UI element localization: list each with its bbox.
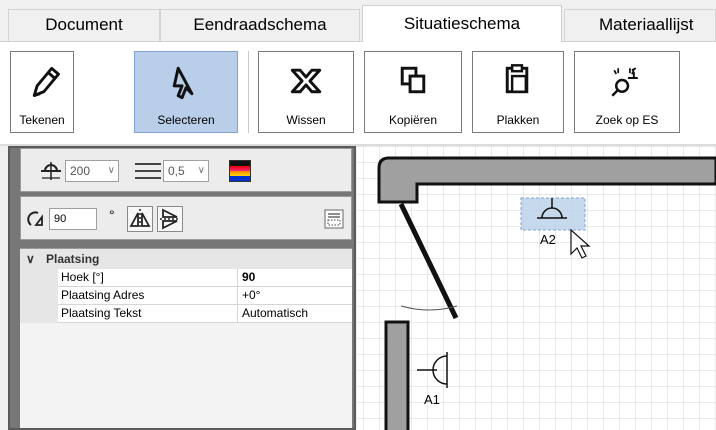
chevron-down-icon: ∨ [26, 252, 35, 266]
a2-label: A2 [540, 232, 556, 247]
tab-document[interactable]: Document [8, 9, 160, 41]
size-value: 200 [70, 164, 91, 178]
style-toolbar: 200 ∨ 0,5 ∨ [20, 148, 352, 192]
line-width-icon [135, 163, 161, 179]
tab-eendraadschema[interactable]: Eendraadschema [160, 9, 360, 41]
kopieren-label: Kopiëren [388, 113, 438, 127]
property-name: Plaatsing Adres [58, 287, 238, 305]
size-select[interactable]: 200 ∨ [65, 160, 119, 182]
color-picker-button[interactable] [229, 160, 251, 182]
category-plaatsing[interactable]: ∨ Plaatsing [20, 249, 352, 269]
wissen-label: Wissen [286, 113, 326, 127]
mirror-vertical-button[interactable] [157, 206, 183, 232]
kopieren-button[interactable]: Kopiëren [364, 51, 462, 133]
zoek-op-es-button[interactable]: Zoek op ES [574, 51, 680, 133]
chevron-down-icon: ∨ [107, 165, 115, 176]
line-width-value: 0,5 [168, 164, 185, 178]
property-row-plaatsing-adres[interactable]: Plaatsing Adres +0° [20, 287, 352, 305]
lamp-size-icon [41, 162, 61, 180]
tab-materiaallijst[interactable]: Materiaallijst [564, 9, 716, 41]
property-value[interactable]: 90 [238, 269, 352, 287]
property-row-hoek[interactable]: Hoek [°] 90 [20, 269, 352, 287]
list-properties-button[interactable] [321, 206, 347, 232]
floorplan-drawing [357, 146, 716, 430]
property-value[interactable]: Automatisch [238, 305, 352, 323]
tekenen-button[interactable]: Tekenen [10, 51, 74, 133]
degree-symbol: ° [109, 207, 115, 223]
rotation-toolbar: 90 ° [20, 196, 352, 240]
rotation-input[interactable]: 90 [49, 208, 97, 230]
chevron-down-icon: ∨ [197, 165, 205, 176]
ribbon-separator [248, 51, 249, 133]
ribbon: Tekenen Selecteren Wissen Kopiëren Plakk… [0, 42, 716, 144]
property-row-plaatsing-tekst[interactable]: Plaatsing Tekst Automatisch [20, 305, 352, 323]
wissen-button[interactable]: Wissen [258, 51, 354, 133]
property-name: Plaatsing Tekst [58, 305, 238, 323]
tekenen-label: Tekenen [19, 113, 65, 127]
drawing-canvas[interactable]: A2 A1 [357, 146, 716, 430]
erase-x-icon [290, 68, 322, 94]
property-name: Hoek [°] [58, 269, 238, 287]
selecteren-label: Selecteren [157, 113, 215, 127]
search-es-icon [611, 67, 638, 97]
zoek-op-es-label: Zoek op ES [595, 113, 659, 127]
mirror-horizontal-icon [129, 209, 151, 229]
properties-panel: 200 ∨ 0,5 ∨ 90 ° ∨ Plaatsing Hoek [°] 90… [8, 146, 356, 430]
mirror-horizontal-button[interactable] [127, 206, 153, 232]
a1-label: A1 [424, 392, 440, 407]
selection-box [520, 197, 586, 231]
line-width-select[interactable]: 0,5 ∨ [163, 160, 209, 182]
paste-icon [505, 64, 529, 94]
tab-bar: Document Eendraadschema Situatieschema M… [0, 0, 716, 42]
category-label: Plaatsing [46, 252, 100, 266]
plakken-label: Plakken [496, 113, 540, 127]
selecteren-button[interactable]: Selecteren [134, 51, 238, 133]
property-grid: ∨ Plaatsing Hoek [°] 90 Plaatsing Adres … [20, 248, 352, 428]
cursor-icon [172, 66, 194, 100]
mirror-vertical-icon [160, 208, 180, 230]
plakken-button[interactable]: Plakken [472, 51, 564, 133]
tab-situatieschema[interactable]: Situatieschema [362, 5, 562, 42]
property-list-icon [324, 209, 344, 229]
rotate-icon [27, 211, 43, 226]
copy-icon [400, 66, 426, 94]
pencil-icon [32, 66, 60, 97]
wall-left [384, 320, 410, 430]
property-value[interactable]: +0° [238, 287, 352, 305]
